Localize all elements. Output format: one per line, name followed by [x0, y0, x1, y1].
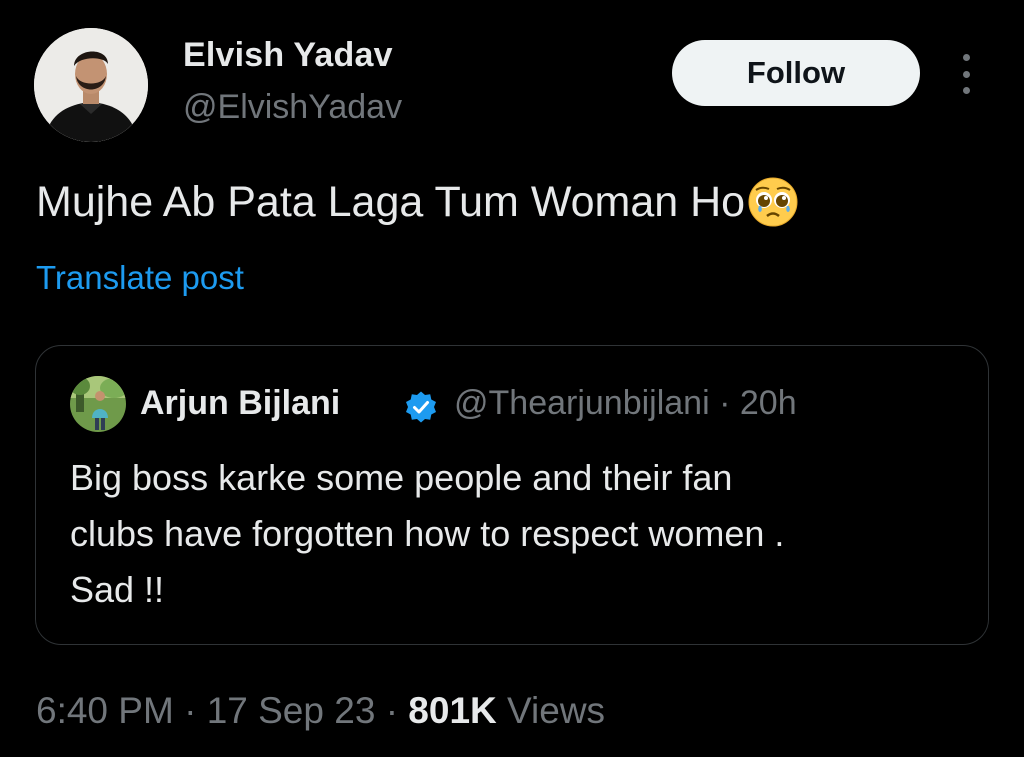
quoted-author-avatar[interactable] [70, 376, 126, 432]
quoted-author-handle[interactable]: @Thearjunbijlani [454, 384, 710, 422]
author-avatar[interactable] [34, 28, 148, 142]
dot [962, 87, 970, 94]
dot [962, 70, 970, 78]
views-label: Views [507, 690, 606, 731]
quoted-tweet-line: clubs have forgotten how to respect wome… [70, 513, 785, 554]
dot [962, 54, 970, 61]
tweet-text: Mujhe Ab Pata Laga Tum Woman Ho [36, 176, 799, 228]
tweet-date[interactable]: 17 Sep 23 [207, 690, 376, 731]
separator-dot: · [385, 690, 409, 731]
separator-dot: · [184, 690, 207, 731]
tweet-meta: 6:40 PM · 17 Sep 23 · 801K Views [36, 690, 605, 732]
quoted-tweet-text: Big boss karke some people and their fan… [70, 450, 970, 618]
views-count: 801K [408, 690, 497, 731]
quoted-tweet-card[interactable]: Arjun Bijlani @Thearjunbijlani · 20h Big… [35, 345, 989, 645]
author-name[interactable]: Elvish Yadav [183, 36, 393, 75]
tweet: Elvish Yadav @ElvishYadav Follow Mujhe A… [0, 0, 1024, 757]
follow-button[interactable]: Follow [672, 40, 920, 106]
quoted-author-handle-and-time: @Thearjunbijlani · 20h [454, 384, 797, 423]
quoted-tweet-time[interactable]: 20h [740, 384, 797, 422]
quoted-tweet-line: Big boss karke some people and their fan [70, 457, 733, 498]
tweet-text-content: Mujhe Ab Pata Laga Tum Woman Ho [36, 177, 746, 226]
translate-post-link[interactable]: Translate post [36, 259, 244, 297]
separator-dot: · [719, 384, 740, 422]
quoted-tweet-line: Sad !! [70, 569, 165, 610]
tweet-time[interactable]: 6:40 PM [36, 690, 174, 731]
more-options-icon[interactable] [952, 54, 980, 94]
author-handle[interactable]: @ElvishYadav [183, 88, 402, 127]
quoted-author-name[interactable]: Arjun Bijlani [140, 384, 340, 423]
pleading-face-icon [747, 176, 799, 228]
verified-badge-icon [404, 390, 438, 424]
